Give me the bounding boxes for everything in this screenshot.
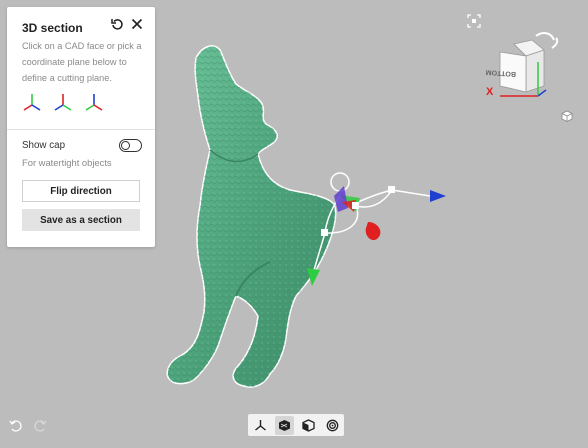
panel-divider [7,129,155,130]
axis-x-label: X [486,86,494,98]
plane-yz-icon[interactable] [53,91,74,115]
cube-face-icon[interactable] [299,416,318,435]
solid-view-icon[interactable] [274,415,294,435]
section-gizmo[interactable] [307,172,446,286]
plane-picker [22,91,105,117]
spiral-icon[interactable] [323,416,342,435]
save-section-button[interactable]: Save as a section [22,209,140,231]
toggle-knob [121,141,130,150]
section-axes-icon[interactable] [251,416,270,435]
plane-xy-icon[interactable] [22,91,43,115]
close-icon[interactable] [128,15,146,33]
show-cap-hint: For watertight objects [22,157,112,168]
wolf-model[interactable] [166,45,337,388]
reset-icon[interactable] [108,15,126,33]
panel-description: Click on a CAD face or pick a coordinate… [22,41,142,83]
plane-xz-icon[interactable] [84,91,105,115]
undo-icon[interactable] [8,418,24,434]
section-panel: 3D section Click on a CAD face or pick a… [7,7,155,247]
fit-view-icon[interactable] [466,13,482,29]
show-cap-label: Show cap [22,140,66,151]
view-cube[interactable]: BOTTOM [485,32,559,97]
bottom-toolbar [248,414,344,436]
redo-icon[interactable] [32,418,48,434]
panel-title: 3D section [22,21,83,35]
show-cap-toggle[interactable] [119,139,142,152]
home-view-icon[interactable] [559,108,575,124]
flip-direction-button[interactable]: Flip direction [22,180,140,202]
